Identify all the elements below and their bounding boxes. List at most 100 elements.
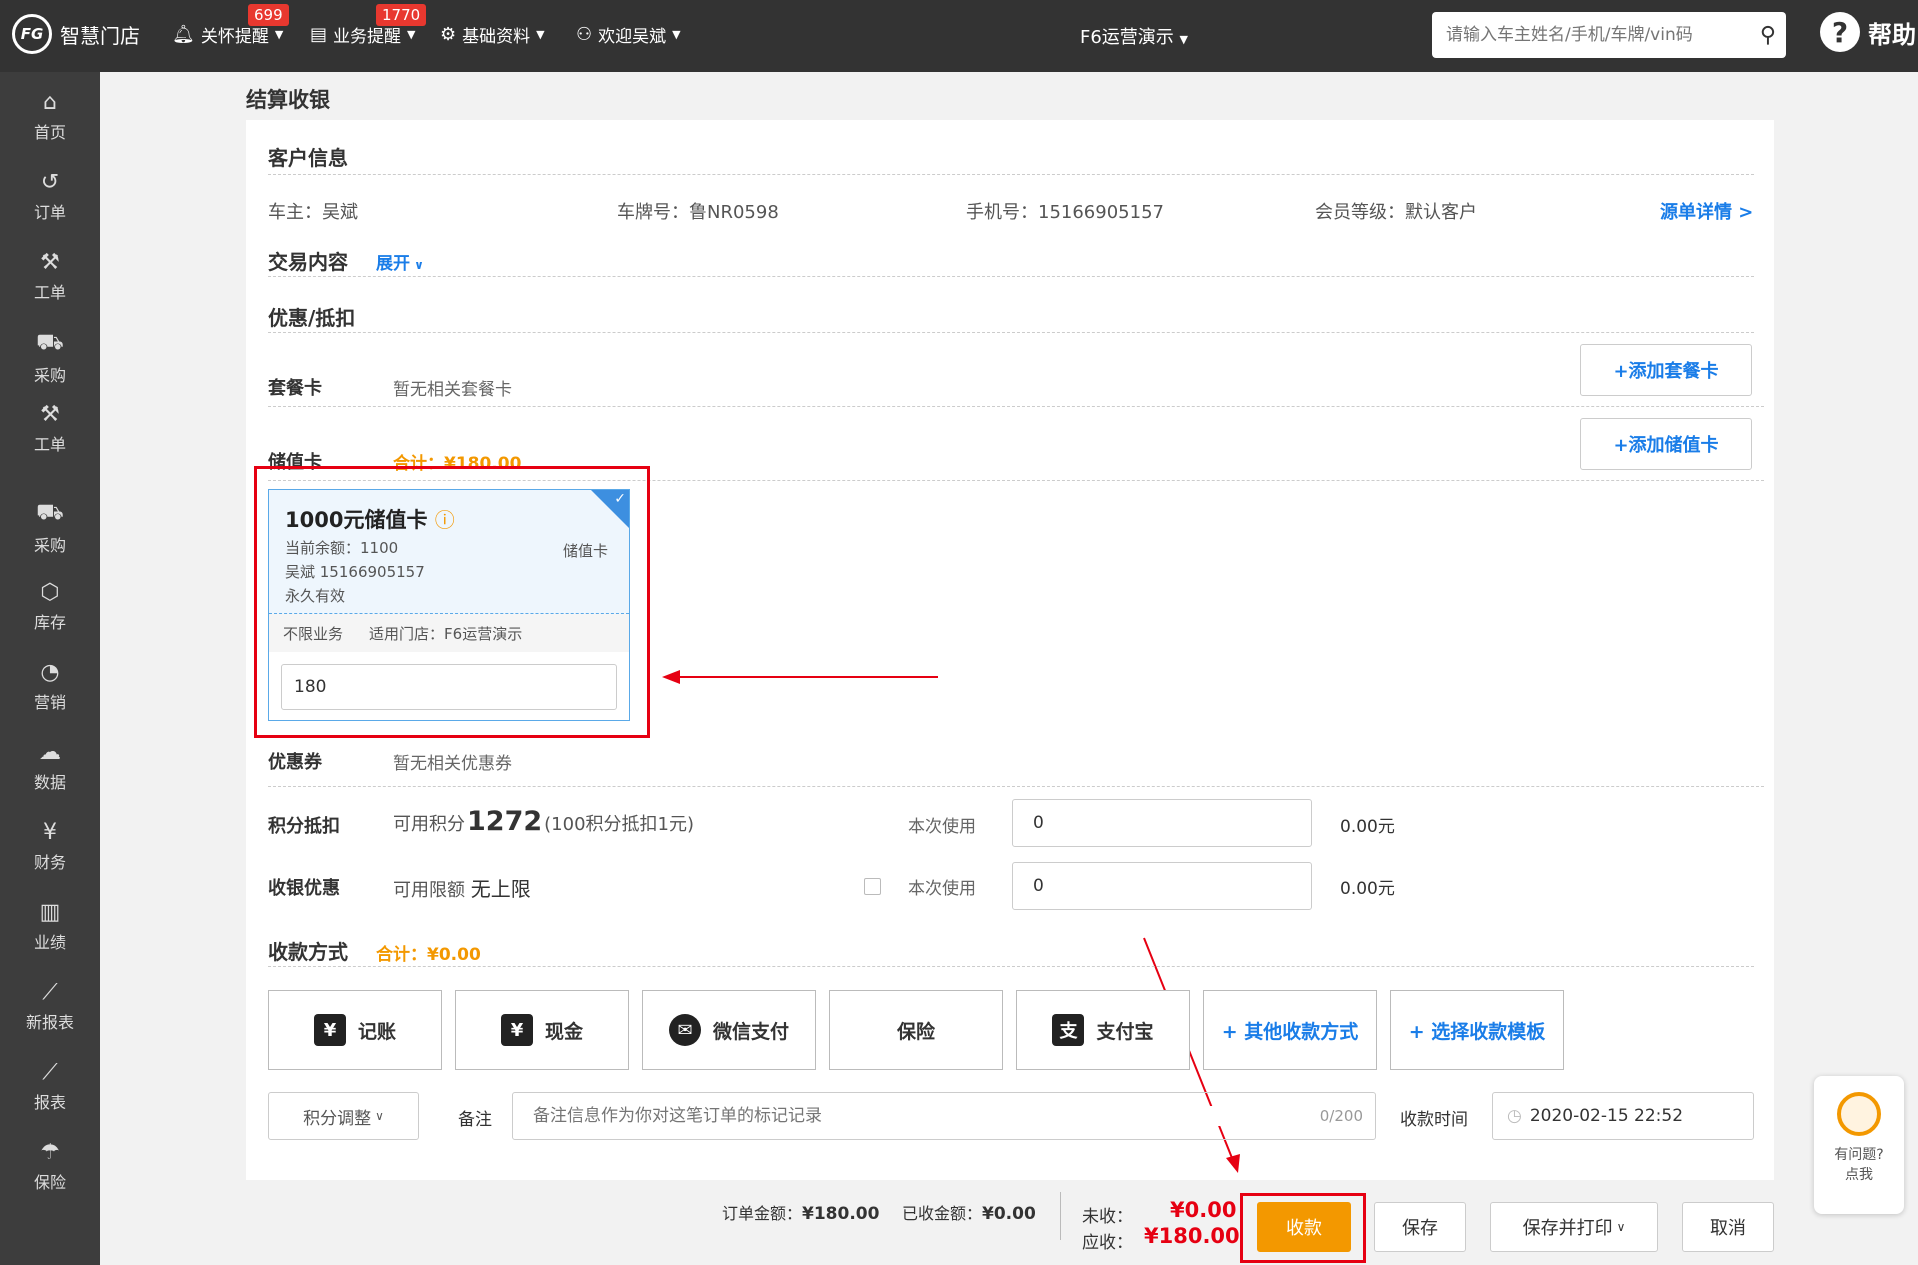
sidebar-item-report[interactable]: ⟋ 报表 [0, 1060, 100, 1113]
help-link[interactable]: ? 帮助 [1820, 12, 1916, 52]
divider [268, 786, 1764, 787]
umbrella-icon: ☂ [40, 1140, 60, 1165]
points-use-input[interactable] [1012, 799, 1312, 847]
save-print-button[interactable]: 保存并打印 ∨ [1490, 1202, 1658, 1252]
search-input[interactable] [1446, 25, 1760, 45]
select-pay-template-button[interactable]: + 选择收款模板 [1390, 990, 1564, 1070]
points-adjust-dropdown[interactable]: 积分调整 ∨ [268, 1092, 419, 1140]
search-icon[interactable]: ⚲ [1760, 23, 1776, 48]
sidebar-item-insurance[interactable]: ☂ 保险 [0, 1140, 100, 1193]
store-name: F6运营演示 [1080, 27, 1174, 48]
collect-time-label: 收款时间 [1400, 1110, 1468, 1130]
clock-icon: ◷ [1507, 1106, 1522, 1126]
collect-button[interactable]: 收款 [1257, 1202, 1351, 1252]
section-payment: 收款方式 [268, 940, 348, 964]
cashier-discount-label: 收银优惠 [268, 878, 340, 899]
remark-input[interactable] [533, 1106, 1320, 1126]
nav-label: 欢迎吴斌 [598, 27, 667, 47]
sidebar-item-workorder-2[interactable]: ⚒ 工单 [0, 402, 100, 455]
pay-method-wechat[interactable]: ✉ 微信支付 [642, 990, 816, 1070]
add-stored-card-button[interactable]: +添加储值卡 [1580, 418, 1752, 470]
support-avatar-icon [1837, 1092, 1881, 1136]
card-type: 储值卡 [563, 542, 609, 560]
coupon-empty: 暂无相关优惠券 [393, 754, 512, 774]
other-pay-methods-button[interactable]: + 其他收款方式 [1203, 990, 1377, 1070]
add-package-card-button[interactable]: +添加套餐卡 [1580, 344, 1752, 396]
save-button[interactable]: 保存 [1374, 1202, 1466, 1252]
sidebar-item-purchase-2[interactable]: ⛟ 采购 [0, 500, 100, 556]
sidebar-item-inventory[interactable]: ⬡ 库存 [0, 580, 100, 633]
remark-char-count: 0/200 [1319, 1107, 1363, 1125]
expand-toggle[interactable]: 展开 ∨ [376, 249, 424, 274]
sidebar-item-performance[interactable]: ▥ 业绩 [0, 900, 100, 953]
question-icon: ? [1820, 12, 1860, 52]
sidebar-item-marketing[interactable]: ◔ 营销 [0, 660, 100, 713]
points-value: 1272 [467, 806, 543, 837]
checkmark-icon: ✓ [614, 491, 626, 507]
sidebar-item-new-report[interactable]: ⟋ 新报表 [0, 980, 100, 1033]
cancel-button[interactable]: 取消 [1682, 1202, 1774, 1252]
sidebar-item-home[interactable]: ⌂ 首页 [0, 90, 100, 143]
bell-icon: 🔔︎ [172, 24, 195, 45]
pay-method-alipay[interactable]: 支支付宝 [1016, 990, 1190, 1070]
wechat-icon: ✉ [668, 1014, 701, 1046]
ledger-icon: ¥ [313, 1014, 346, 1046]
member-level: 会员等级：默认客户 [1315, 202, 1477, 223]
pay-method-cash[interactable]: ¥ 现金 [455, 990, 629, 1070]
pay-method-account[interactable]: ¥ 记账 [268, 990, 442, 1070]
divider [268, 406, 1764, 407]
user-icon: ⚇ [576, 24, 593, 45]
points-info: 可用积分 1272 (100积分抵扣1元) [393, 806, 695, 837]
home-icon: ⌂ [43, 90, 57, 115]
points-use-label: 本次使用 [908, 817, 976, 837]
app-name: 智慧门店 [60, 23, 140, 48]
unpaid-label: 未收： [1082, 1207, 1133, 1227]
sidebar: ⌂ 首页 ↺ 订单 ⚒ 工单 ⛟ 采购 ⚒ 工单 ⛟ 采购 ⬡ 库存 ◔ 营销 ☁ 数据 ¥ 财务 … [0, 72, 100, 1265]
global-search: ⚲ [1432, 12, 1786, 58]
cashier-use-input[interactable] [1012, 862, 1312, 910]
nav-care-reminder[interactable]: 🔔︎ 关怀提醒 ▼ 699 [172, 4, 289, 47]
package-card-label: 套餐卡 [268, 378, 322, 399]
divider [268, 276, 1754, 277]
card-scope-store: 适用门店：F6运营演示 [369, 625, 523, 643]
page-title: 结算收银 [246, 88, 330, 112]
collect-time-picker[interactable]: ◷ 2020-02-15 22:52 [1492, 1092, 1754, 1140]
due-amount: ¥180.00 [1144, 1224, 1240, 1248]
pay-method-insurance[interactable]: 保险 [829, 990, 1003, 1070]
gear-icon: ⚙ [440, 24, 457, 45]
cash-icon: ¥ [500, 1014, 533, 1046]
notification-badge: 699 [248, 4, 289, 26]
nav-base-data[interactable]: ⚙ 基础资料 ▼ [440, 22, 545, 47]
sidebar-item-workorder[interactable]: ⚒ 工单 [0, 250, 100, 303]
cashier-amount: 0.00元 [1340, 879, 1395, 899]
card-validity: 永久有效 [285, 587, 346, 605]
sidebar-item-data[interactable]: ☁ 数据 [0, 740, 100, 793]
app-logo[interactable]: FG 智慧门店 [12, 14, 140, 54]
floating-help-widget[interactable]: 有问题? 点我 [1814, 1076, 1904, 1214]
coupon-label: 优惠券 [268, 752, 322, 773]
yen-icon: ¥ [43, 820, 57, 845]
cashier-discount-checkbox[interactable] [864, 878, 881, 895]
pie-chart-icon: ◔ [40, 660, 60, 685]
chevron-down-icon: ∨ [375, 1109, 384, 1123]
sidebar-item-orders[interactable]: ↺ 订单 [0, 170, 100, 223]
nav-business-reminder[interactable]: ▤ 业务提醒 ▼ 1770 [310, 4, 427, 47]
stored-value-card[interactable]: 1000元储值卡 ⓘ 当前余额：1100 吴斌 15166905157 永久有效… [268, 489, 630, 721]
card-amount-input[interactable] [281, 664, 617, 710]
divider [1060, 1192, 1061, 1240]
nav-user-menu[interactable]: ⚇ 欢迎吴斌 ▼ [576, 22, 681, 47]
card-holder: 吴斌 15166905157 [285, 563, 425, 581]
cloud-icon: ☁ [39, 740, 61, 765]
unpaid-amount: ¥0.00 [1170, 1198, 1237, 1222]
owner-name: 车主：吴斌 [268, 202, 358, 223]
sidebar-item-purchase[interactable]: ⛟ 采购 [0, 330, 100, 386]
info-icon[interactable]: ⓘ [435, 508, 455, 532]
document-icon: ▤ [310, 24, 328, 45]
source-detail-link[interactable]: 源单详情 > [1660, 198, 1753, 224]
sidebar-item-finance[interactable]: ¥ 财务 [0, 820, 100, 873]
store-selector[interactable]: F6运营演示 ▼ [1080, 23, 1188, 49]
points-amount: 0.00元 [1340, 817, 1395, 837]
wrench-icon: ⚒ [40, 402, 60, 427]
cart-icon: ⛟ [36, 500, 64, 525]
caret-down-icon: ▼ [536, 28, 545, 41]
